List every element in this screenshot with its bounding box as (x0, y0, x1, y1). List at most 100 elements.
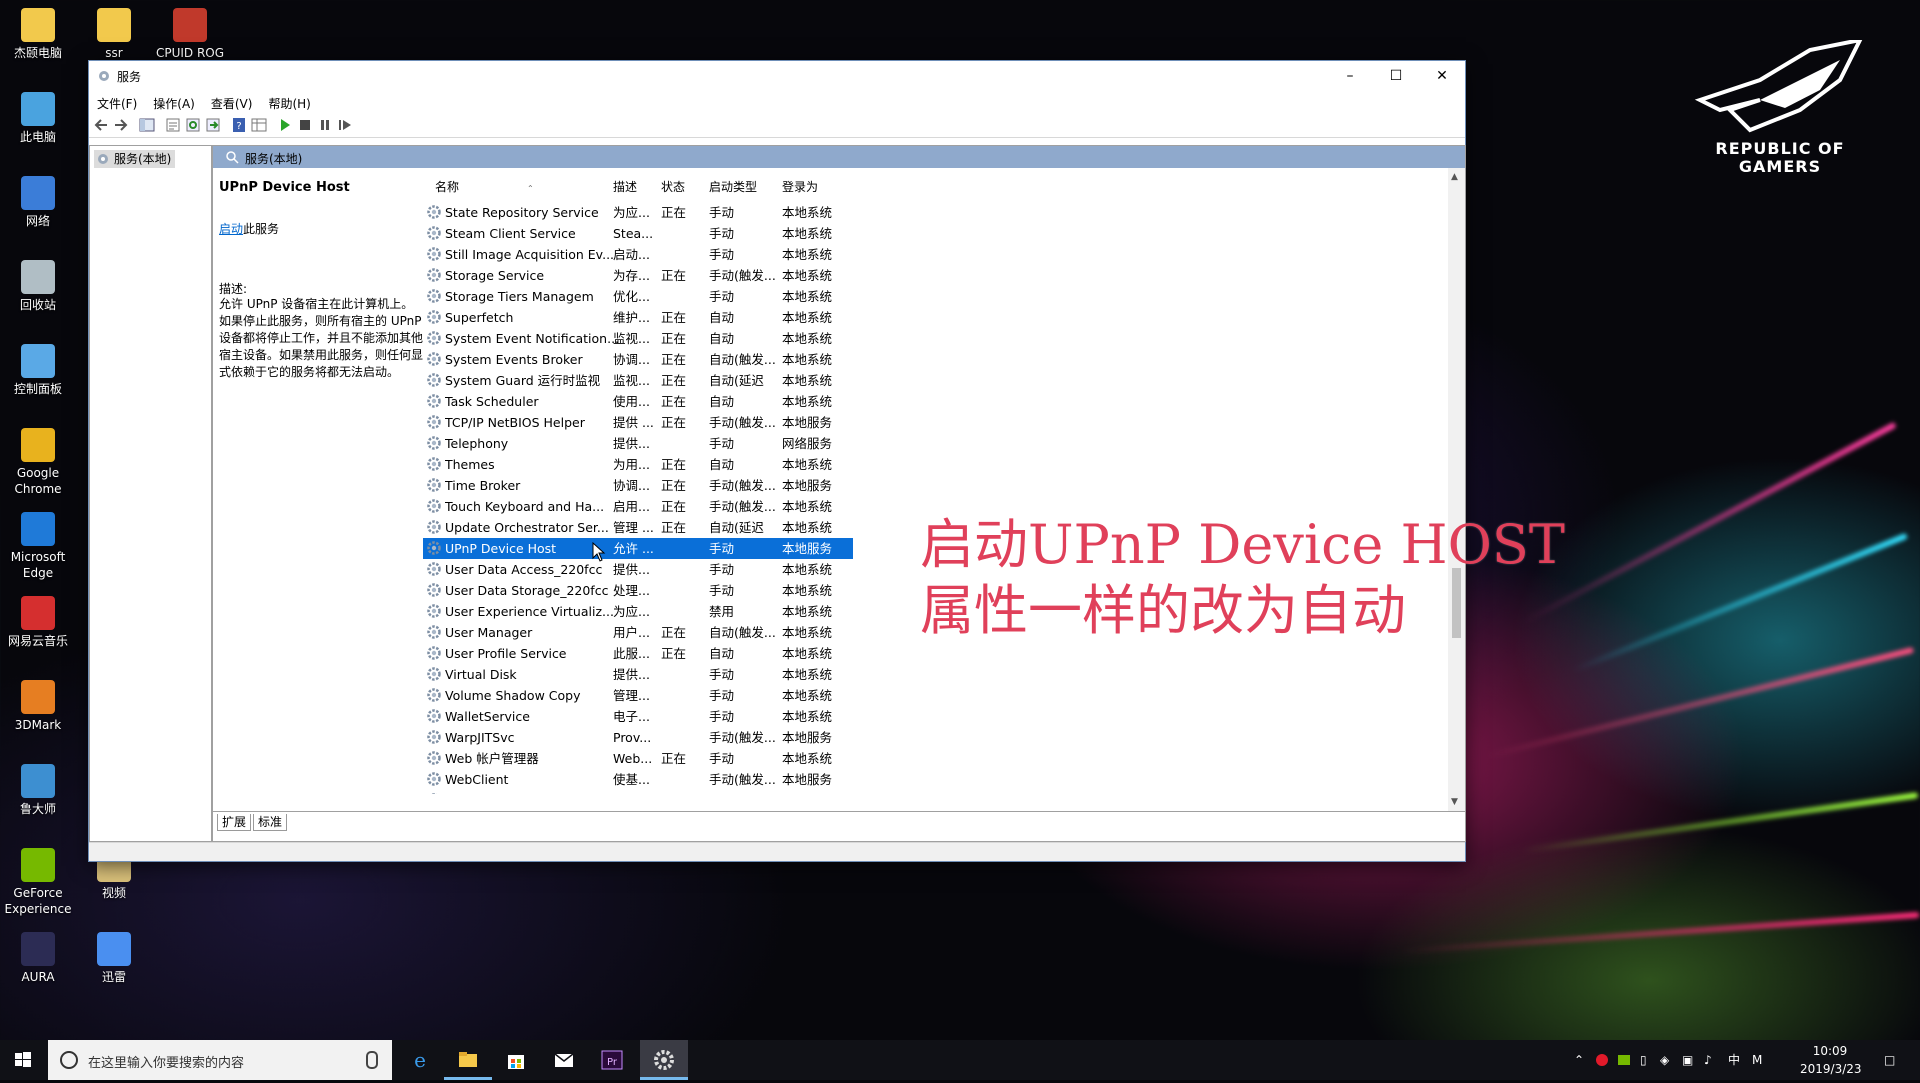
menu-file[interactable]: 文件(F) (89, 91, 145, 112)
service-row[interactable]: Task Scheduler 使用... 正在 自动 本地系统 (423, 391, 853, 412)
service-row[interactable]: System Guard 运行时监视 监视... 正在 自动(延迟 本地系统 (423, 370, 853, 391)
service-row[interactable]: System Event Notification... 监视... 正在 自动 本地系… (423, 328, 853, 349)
tray-language[interactable]: 中 (1728, 1040, 1740, 1080)
desktop-icon[interactable]: 网易云音乐 (0, 596, 76, 649)
taskbar-search[interactable]: 在这里输入你要搜索的内容 (48, 1040, 392, 1080)
desktop-icon[interactable]: 杰颐电脑 (0, 8, 76, 61)
scroll-down-icon[interactable]: ▼ (1451, 797, 1458, 807)
desktop-icon[interactable]: CPUID ROG (152, 8, 228, 61)
taskbar-file-explorer[interactable] (444, 1040, 492, 1080)
desktop-icon[interactable]: 3DMark (0, 680, 76, 733)
service-description: 管理 ... (613, 520, 654, 535)
tree-item-services-local[interactable]: 服务(本地) (94, 150, 176, 168)
column-header-description[interactable]: 描述 (613, 178, 637, 196)
desktop-icon[interactable]: 网络 (0, 176, 76, 229)
service-row[interactable]: Update Orchestrator Ser... 管理 ... 正在 自动(延迟 本… (423, 517, 853, 538)
service-row[interactable]: Storage Tiers Managem 优化... 手动 本地系统 (423, 286, 853, 307)
taskbar-edge[interactable]: e (396, 1040, 444, 1080)
tray-defender-icon[interactable]: ◈ (1660, 1040, 1669, 1080)
taskbar-premiere[interactable]: Pr (588, 1040, 636, 1080)
stop-service-icon[interactable] (297, 117, 313, 133)
service-row[interactable]: TCP/IP NetBIOS Helper 提供 ... 正在 手动(触发... 本地服… (423, 412, 853, 433)
vertical-scrollbar[interactable]: ▲ ▼ (1448, 168, 1465, 811)
restart-service-icon[interactable] (337, 117, 353, 133)
service-row[interactable]: System Events Broker 协调... 正在 自动(触发... 本地系统 (423, 349, 853, 370)
taskbar-store[interactable] (492, 1040, 540, 1080)
column-header-name[interactable]: 名称 ⌃ (435, 178, 575, 196)
service-row[interactable]: Themes 为用... 正在 自动 本地系统 (423, 454, 853, 475)
title-bar[interactable]: 服务 – ☐ ✕ (89, 61, 1465, 91)
menu-view[interactable]: 查看(V) (203, 91, 261, 112)
tray-overflow-icon[interactable]: ⌃ (1574, 1040, 1584, 1080)
service-row[interactable]: State Repository Service 为应... 正在 手动 本地系统 (423, 202, 853, 223)
pause-service-icon[interactable] (317, 117, 333, 133)
close-button[interactable]: ✕ (1419, 61, 1465, 91)
desktop-icon[interactable]: GeForce Experience (0, 848, 76, 917)
desktop-icon[interactable]: 此电脑 (0, 92, 76, 145)
taskbar-mail[interactable] (540, 1040, 588, 1080)
column-header-logon-as[interactable]: 登录为 (782, 178, 818, 196)
service-row[interactable]: User Profile Service 此服... 正在 自动 本地系统 (423, 643, 853, 664)
view-details-icon[interactable] (251, 117, 267, 133)
desktop-icon[interactable]: Google Chrome (0, 428, 76, 497)
minimize-button[interactable]: – (1327, 61, 1373, 91)
service-row[interactable]: User Data Storage_220fcc 处理... 手动 本地系统 (423, 580, 853, 601)
tray-netease-icon[interactable] (1596, 1040, 1608, 1080)
service-name: Themes (445, 457, 495, 472)
column-header-status[interactable]: 状态 (661, 178, 685, 196)
start-service-icon[interactable] (277, 117, 293, 133)
export-list-icon[interactable] (205, 117, 221, 133)
scroll-up-icon[interactable]: ▲ (1451, 172, 1458, 182)
service-row[interactable]: WarpJITSvc Prov... 手动(触发... 本地服务 (423, 727, 853, 748)
service-row[interactable]: Windows Audio管理... 正在 自动本地服务 (423, 790, 853, 794)
service-row[interactable]: WalletService 电子... 手动 本地系统 (423, 706, 853, 727)
tab-extended[interactable]: 扩展 (217, 814, 252, 831)
back-arrow-icon[interactable] (93, 117, 109, 133)
maximize-button[interactable]: ☐ (1373, 61, 1419, 91)
tray-network-icon[interactable]: ▣ (1682, 1040, 1693, 1080)
service-row[interactable]: Time Broker 协调... 正在 手动(触发... 本地服务 (423, 475, 853, 496)
properties-sheet-icon[interactable] (165, 117, 181, 133)
microphone-icon[interactable] (366, 1051, 378, 1069)
service-row[interactable]: Virtual Disk 提供... 手动 本地系统 (423, 664, 853, 685)
service-row[interactable]: Volume Shadow Copy 管理... 手动 本地系统 (423, 685, 853, 706)
desktop-icon[interactable]: AURA (0, 932, 76, 985)
help-icon[interactable]: ? (231, 117, 247, 133)
start-button[interactable] (0, 1040, 46, 1080)
tray-volume-icon[interactable]: ♪ (1704, 1040, 1712, 1080)
service-row[interactable]: Web 帐户管理器 Web... 正在 手动 本地系统 (423, 748, 853, 769)
desktop-icon[interactable]: 控制面板 (0, 344, 76, 397)
taskbar-services[interactable] (640, 1040, 688, 1080)
service-row[interactable]: WebClient 使基... 手动(触发... 本地服务 (423, 769, 853, 790)
service-row-selected[interactable]: UPnP Device Host 允许 ... 手动 本地服务 (423, 538, 853, 559)
action-center-icon[interactable]: □ (1884, 1040, 1895, 1080)
column-header-startup-type[interactable]: 启动类型 (709, 178, 757, 196)
service-logon-as: 本地系统 (782, 457, 833, 472)
desktop-icon[interactable]: ssr (76, 8, 152, 61)
tray-ime[interactable]: M (1752, 1040, 1762, 1080)
tab-standard[interactable]: 标准 (253, 814, 288, 831)
desktop-icon[interactable]: 鲁大师 (0, 764, 76, 817)
tray-usb-icon[interactable]: ▯ (1640, 1040, 1647, 1080)
service-row[interactable]: Superfetch 维护... 正在 自动 本地系统 (423, 307, 853, 328)
desktop-icon[interactable]: Microsoft Edge (0, 512, 76, 581)
service-row[interactable]: Telephony 提供... 手动 网络服务 (423, 433, 853, 454)
service-row[interactable]: Touch Keyboard and Ha... 启用... 正在 手动(触发... 本… (423, 496, 853, 517)
desktop-icon[interactable]: 回收站 (0, 260, 76, 313)
taskbar-clock[interactable]: 10:09 2019/3/23 (1800, 1042, 1862, 1078)
service-row[interactable]: User Data Access_220fcc 提供... 手动 本地系统 (423, 559, 853, 580)
menu-action[interactable]: 操作(A) (145, 91, 203, 112)
show-tree-icon[interactable] (139, 117, 155, 133)
service-logon-as: 本地系统 (782, 247, 833, 262)
desktop-icon[interactable]: 迅雷 (76, 932, 152, 985)
forward-arrow-icon[interactable] (113, 117, 129, 133)
service-row[interactable]: Steam Client Service Stea... 手动 本地系统 (423, 223, 853, 244)
service-row[interactable]: Still Image Acquisition Ev... 启动... 手动 本地系统 (423, 244, 853, 265)
service-row[interactable]: Storage Service 为存... 正在 手动(触发... 本地系统 (423, 265, 853, 286)
tray-nvidia-icon[interactable] (1618, 1040, 1630, 1080)
service-row[interactable]: User Experience Virtualiz... 为应... 禁用 本地系统 (423, 601, 853, 622)
service-row[interactable]: User Manager 用户... 正在 自动(触发... 本地系统 (423, 622, 853, 643)
refresh-icon[interactable] (185, 117, 201, 133)
start-service-link[interactable]: 启动 (219, 222, 243, 236)
menu-help[interactable]: 帮助(H) (260, 91, 318, 112)
